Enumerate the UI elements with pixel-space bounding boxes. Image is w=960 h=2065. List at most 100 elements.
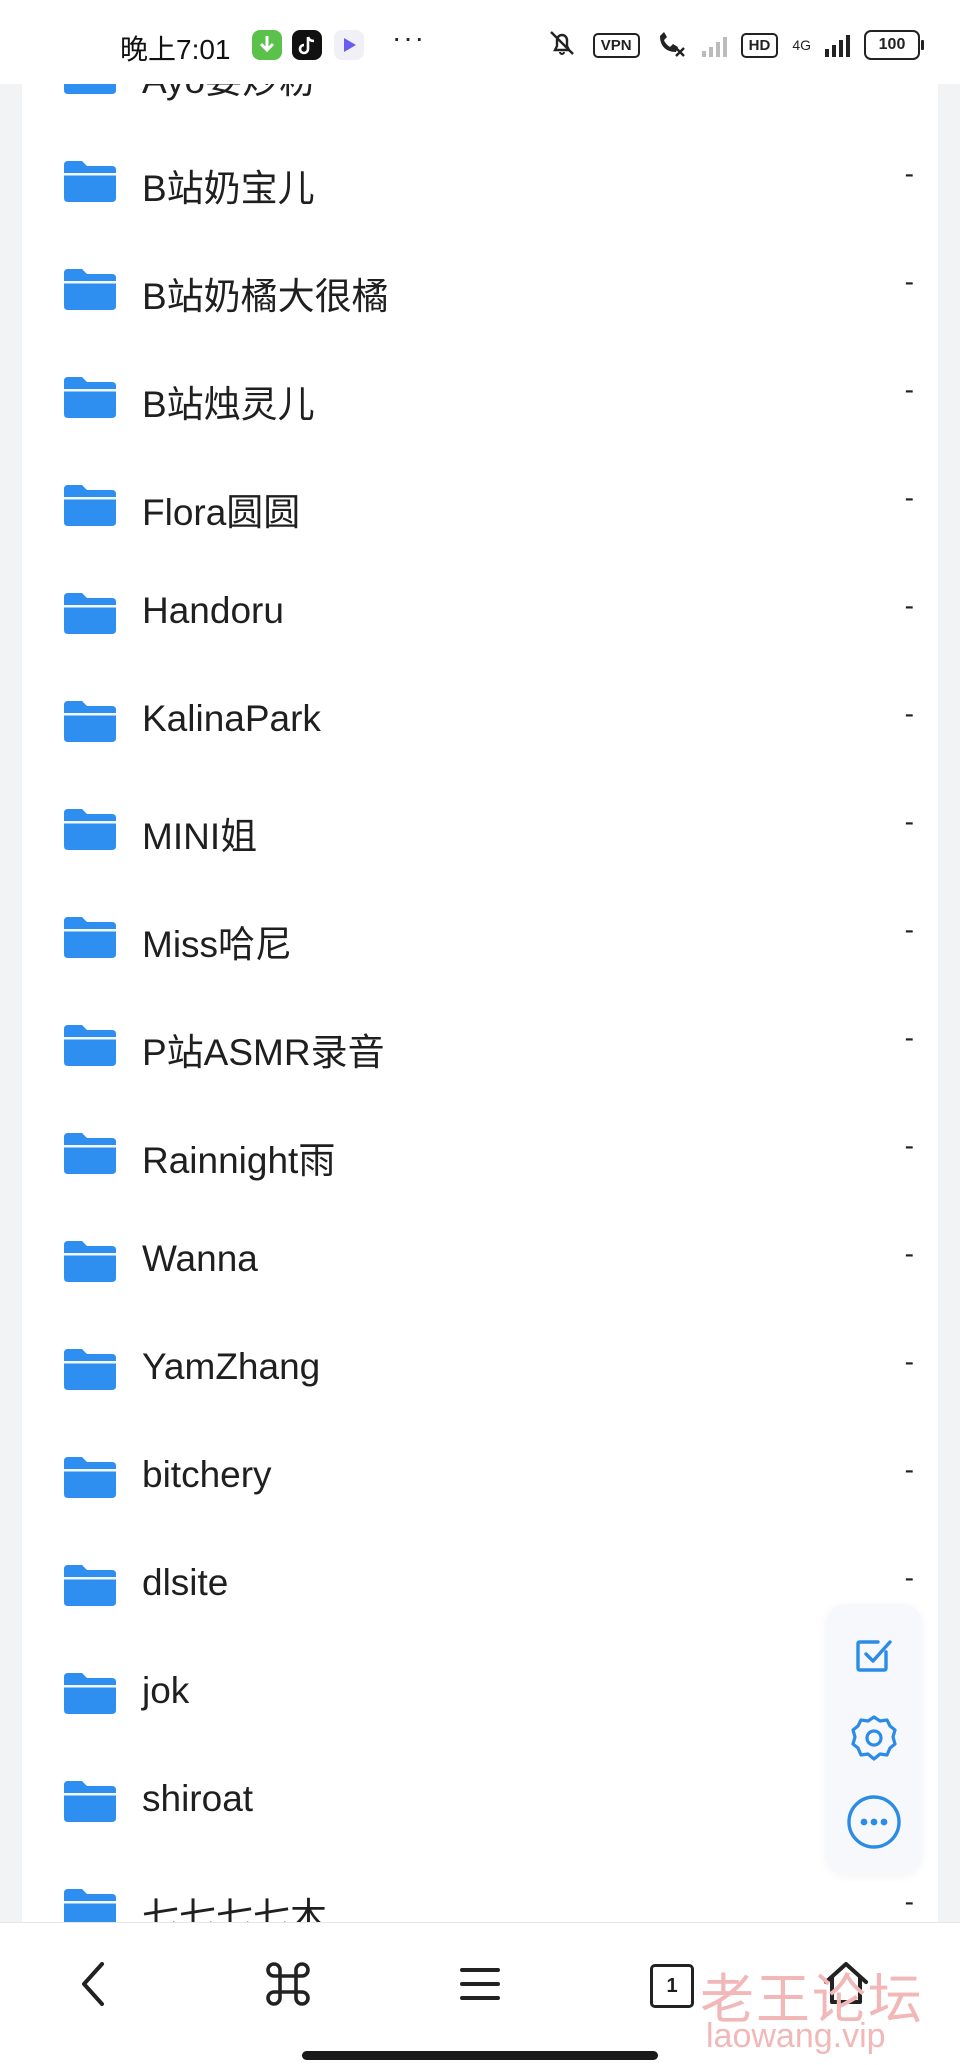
back-icon — [74, 1958, 114, 2015]
folder-icon — [62, 1670, 118, 1721]
file-size: - — [904, 1130, 914, 1161]
more-button[interactable] — [846, 1794, 902, 1852]
file-row[interactable]: 七七七七木 - — [22, 1852, 938, 1922]
file-name: jok — [142, 1670, 190, 1711]
folder-icon — [62, 806, 118, 857]
folder-icon — [62, 266, 118, 317]
file-size: - — [904, 482, 914, 513]
file-size: - — [904, 698, 914, 729]
folder-icon — [62, 590, 118, 641]
file-name: Handoru — [142, 590, 284, 631]
file-name: Rainnight雨 — [142, 1140, 336, 1181]
signal-sim2-icon — [825, 33, 850, 57]
more-circle-icon — [845, 1793, 903, 1856]
more-notifications-icon: ··· — [392, 22, 426, 53]
file-size: - — [904, 806, 914, 837]
file-name: KalinaPark — [142, 698, 321, 739]
call-forward-icon — [654, 28, 688, 63]
file-row[interactable]: Wanna - — [22, 1204, 938, 1312]
file-name: B站奶宝儿 — [142, 168, 315, 209]
network-type: 4G — [792, 37, 811, 53]
file-name: Ayo要炒粉 — [142, 84, 316, 104]
hd-badge: HD — [740, 32, 779, 58]
folder-icon — [62, 1454, 118, 1505]
folder-icon — [62, 374, 118, 425]
file-row[interactable]: Ayo要炒粉 - — [22, 84, 938, 124]
file-row[interactable]: YamZhang - — [22, 1312, 938, 1420]
file-row[interactable]: dlsite - — [22, 1528, 938, 1636]
file-size: - — [904, 590, 914, 621]
file-row[interactable]: KalinaPark - — [22, 664, 938, 772]
status-indicators: VPN HD 4G 100 — [545, 28, 924, 63]
file-name: YamZhang — [142, 1346, 321, 1387]
file-row[interactable]: B站奶宝儿 - — [22, 124, 938, 232]
file-name: bitchery — [142, 1454, 272, 1495]
file-name: MINI姐 — [142, 816, 258, 857]
file-size: - — [904, 1886, 914, 1917]
folder-icon — [62, 158, 118, 209]
folder-icon — [62, 914, 118, 965]
file-name: P站ASMR录音 — [142, 1032, 385, 1073]
file-row[interactable]: Rainnight雨 - — [22, 1096, 938, 1204]
select-button[interactable] — [846, 1628, 902, 1684]
file-row[interactable]: P站ASMR录音 - — [22, 988, 938, 1096]
file-size: - — [904, 374, 914, 405]
folder-icon — [62, 1886, 118, 1922]
file-size: - — [904, 1562, 914, 1593]
file-list: Ayo要炒粉 - B站奶宝儿 - B站奶橘大很橘 - B站烛灵儿 - Flora… — [22, 84, 938, 1922]
file-row[interactable]: MINI姐 - — [22, 772, 938, 880]
folder-icon — [62, 1130, 118, 1181]
watermark-url: laowang.vip — [706, 2017, 886, 2055]
folder-icon — [62, 1562, 118, 1613]
menu-icon — [456, 1962, 504, 2011]
menu-button[interactable] — [440, 1951, 520, 2021]
folder-icon — [62, 1346, 118, 1397]
folder-icon — [62, 1022, 118, 1073]
folder-icon — [62, 84, 118, 101]
file-name: Flora圆圆 — [142, 492, 301, 533]
settings-button[interactable] — [846, 1712, 902, 1768]
file-size: - — [904, 266, 914, 297]
file-name: Miss哈尼 — [142, 924, 293, 965]
tiktok-app-icon — [292, 30, 322, 60]
download-app-icon — [252, 30, 282, 60]
file-size: - — [904, 1454, 914, 1485]
file-row[interactable]: Handoru - — [22, 556, 938, 664]
floating-action-panel — [826, 1604, 922, 1874]
file-name: Wanna — [142, 1238, 258, 1279]
home-indicator[interactable] — [302, 2051, 658, 2060]
file-size: - — [904, 158, 914, 189]
folder-icon — [62, 1238, 118, 1289]
file-row[interactable]: bitchery - — [22, 1420, 938, 1528]
file-name: shiroat — [142, 1778, 254, 1819]
file-name: 七七七七木 — [142, 1896, 327, 1922]
file-row[interactable]: Miss哈尼 - — [22, 880, 938, 988]
file-size: - — [904, 1346, 914, 1377]
file-row[interactable]: jok - — [22, 1636, 938, 1744]
back-button[interactable] — [54, 1951, 134, 2021]
file-row[interactable]: Flora圆圆 - — [22, 448, 938, 556]
battery-indicator: 100 — [864, 30, 924, 60]
tab-count: 1 — [650, 1964, 694, 2008]
gear-icon — [849, 1713, 899, 1768]
file-name: B站烛灵儿 — [142, 384, 315, 425]
folder-icon — [62, 1778, 118, 1829]
file-name: B站奶橘大很橘 — [142, 276, 389, 317]
file-size: - — [904, 914, 914, 945]
checkbox-icon — [850, 1630, 898, 1683]
file-size: - — [904, 1238, 914, 1269]
vpn-badge: VPN — [592, 32, 640, 58]
command-button[interactable] — [248, 1951, 328, 2021]
signal-sim1-icon — [701, 33, 727, 57]
video-app-icon — [334, 30, 364, 60]
status-bar: 晚上7:01 ··· VPN HD 4G 100 — [0, 0, 960, 84]
command-icon — [262, 1958, 314, 2015]
folder-icon — [62, 698, 118, 749]
file-name: dlsite — [142, 1562, 229, 1603]
file-row[interactable]: B站奶橘大很橘 - — [22, 232, 938, 340]
file-size: - — [904, 1022, 914, 1053]
folder-icon — [62, 482, 118, 533]
file-row[interactable]: shiroat - — [22, 1744, 938, 1852]
file-row[interactable]: B站烛灵儿 - — [22, 340, 938, 448]
bottom-navigation: 1 老王论坛 laowang.vip — [0, 1922, 960, 2065]
